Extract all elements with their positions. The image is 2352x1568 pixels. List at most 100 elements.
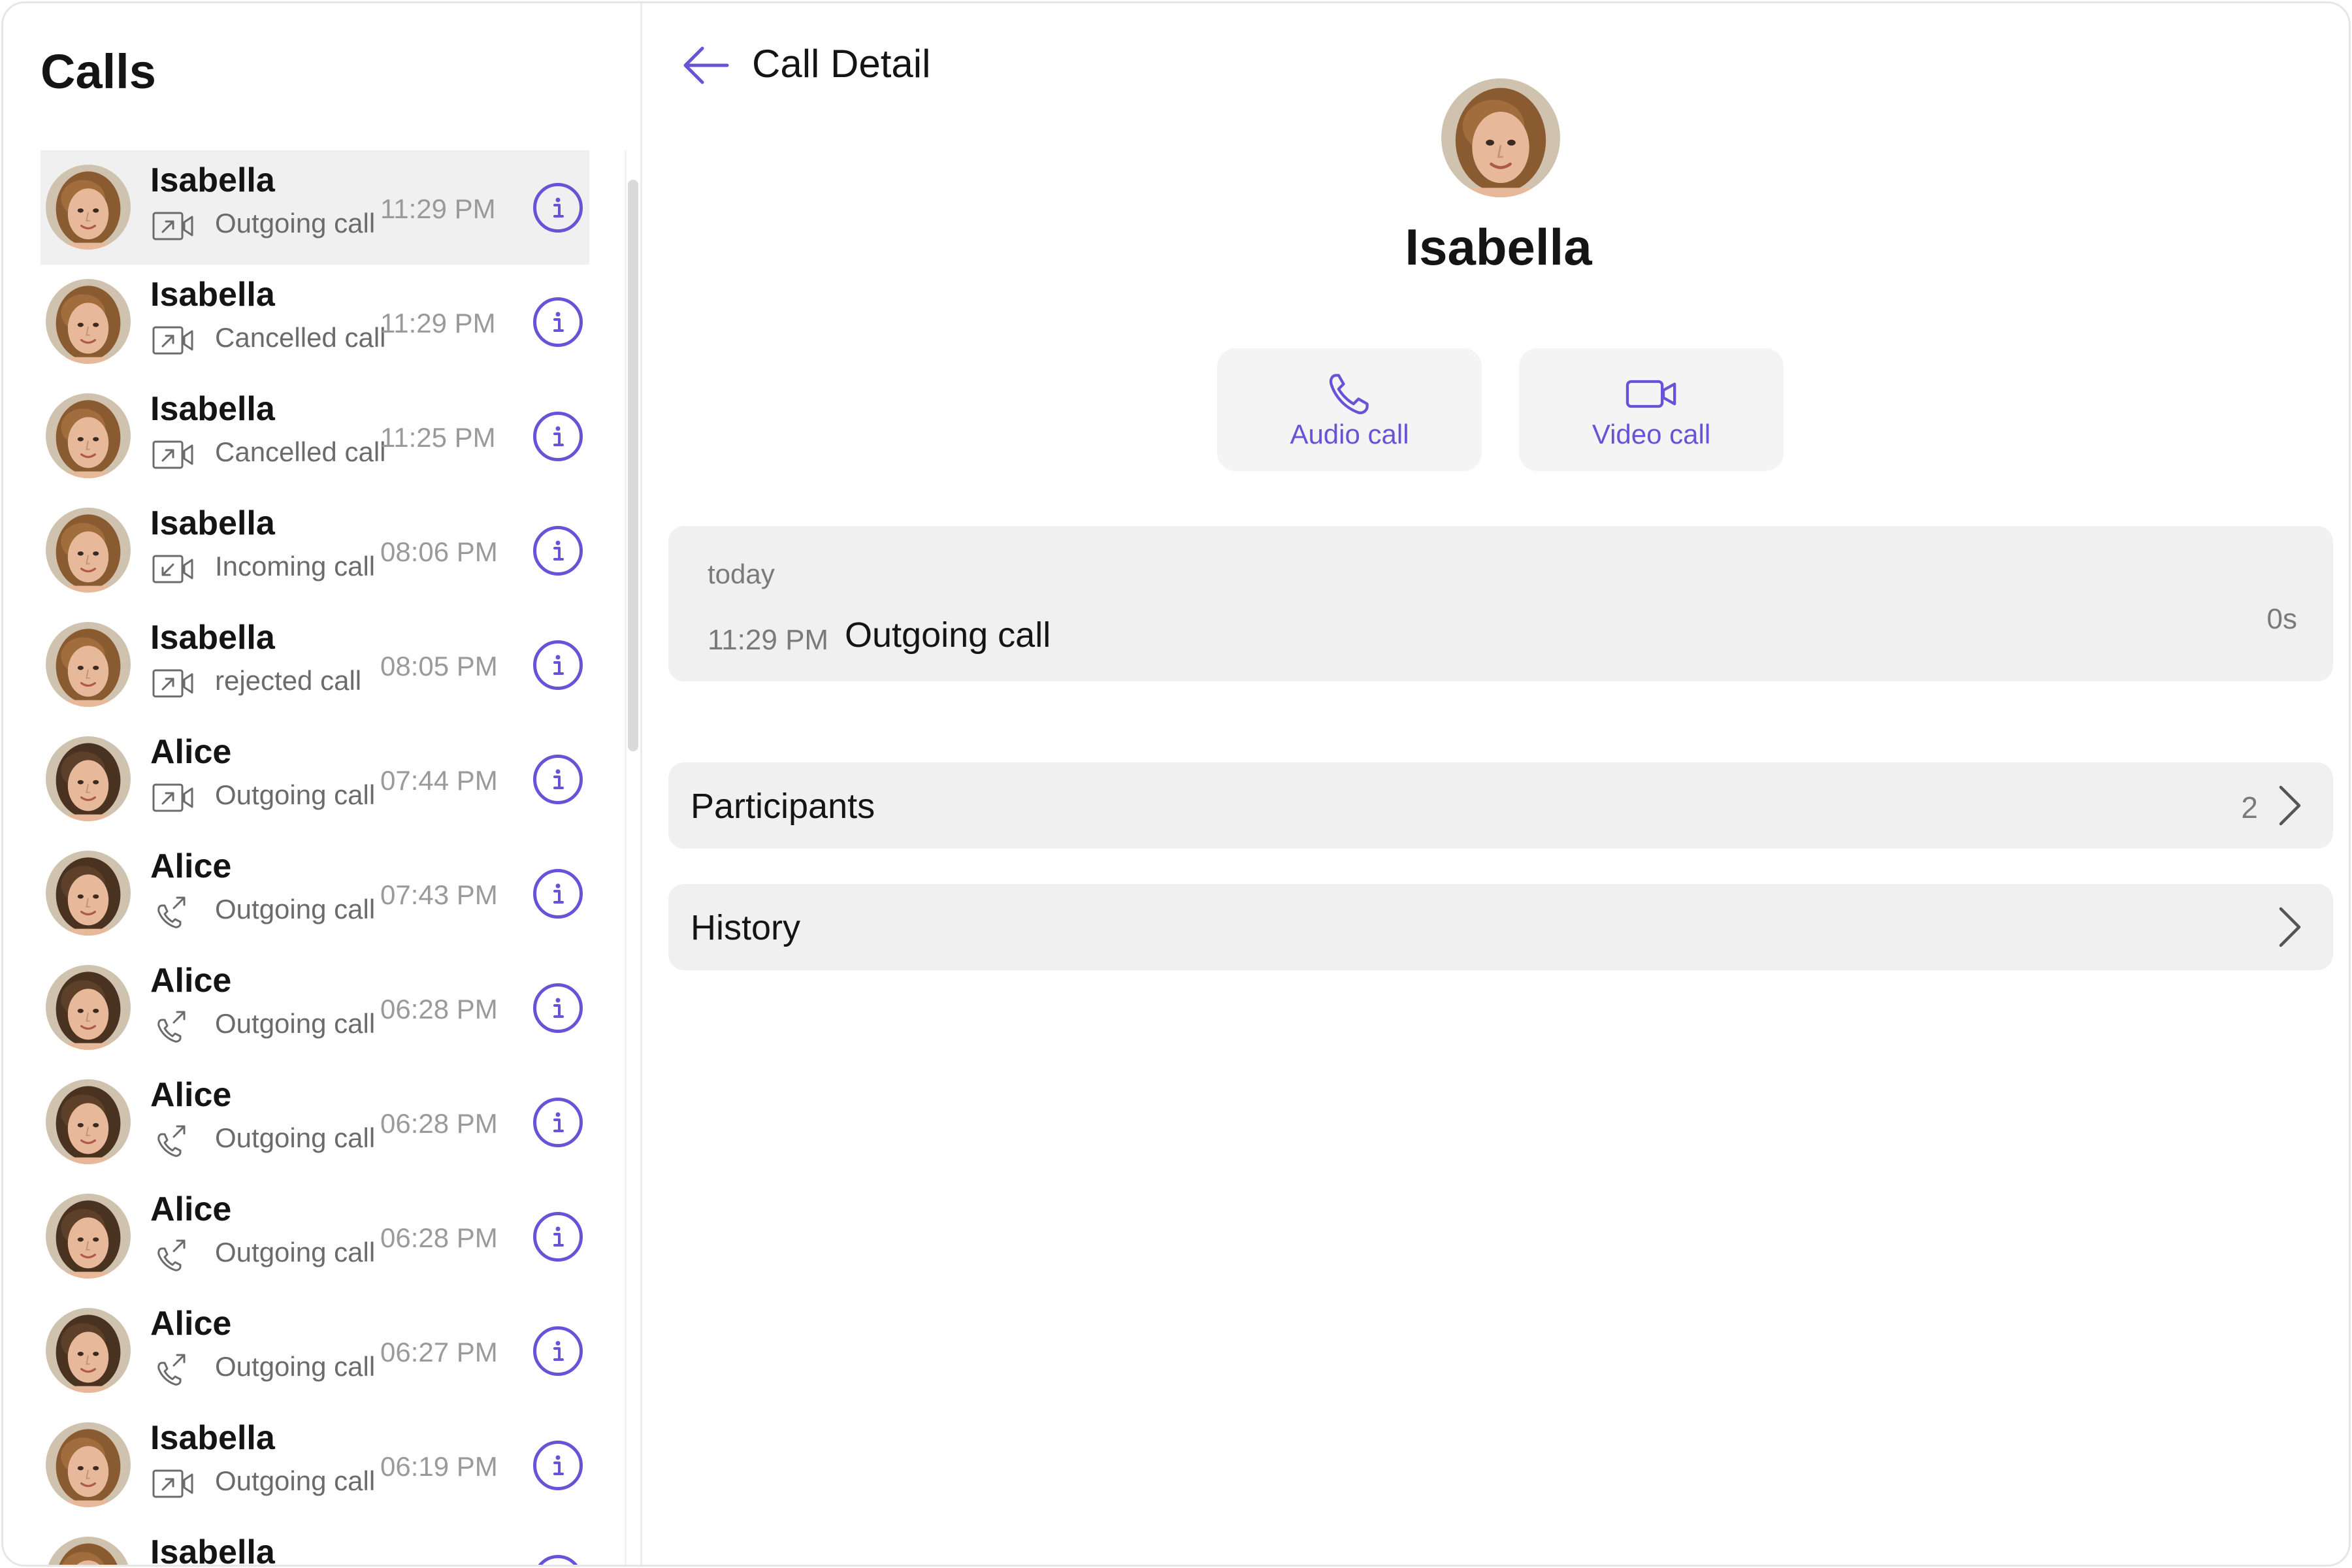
call-info-button[interactable] [533,1212,583,1262]
call-status: Incoming call [215,551,376,581]
avatar-alice-icon [46,1079,131,1164]
call-time: 08:05 PM [380,651,498,681]
avatar [46,965,131,1050]
call-time: 06:19 PM [380,1451,498,1482]
history-row[interactable]: History [668,884,2333,970]
call-info-button[interactable] [533,412,583,461]
caller-name: Alice [150,962,232,1000]
avatar-isabella-icon [46,165,131,250]
call-info-button[interactable] [533,1555,583,1565]
call-list-item[interactable]: Isabella Incoming call 08:06 PM [41,493,589,608]
info-icon [553,998,564,1018]
call-list-item[interactable]: Isabella rejected call 08:05 PM [41,608,589,722]
video-call-type-icon [152,1469,193,1498]
call-type-icon [152,1237,203,1273]
call-type-icon [152,322,203,359]
call-type-icon [152,665,203,702]
back-button[interactable] [680,39,732,91]
call-status: rejected call [215,665,362,696]
call-type-icon [152,551,203,587]
avatar [46,1308,131,1393]
avatar [46,622,131,707]
call-status: Cancelled call [215,322,386,353]
history-label: History [691,908,801,947]
call-list-item[interactable]: Isabella [41,1522,589,1565]
caller-name: Isabella [150,1419,275,1457]
info-icon [553,1226,564,1247]
today-call-card: today 11:29 PM Outgoing call 0s [668,526,2333,681]
call-time: 06:28 PM [380,994,498,1024]
call-info-button[interactable] [533,1441,583,1490]
call-type-icon [152,779,203,816]
caller-name: Alice [150,847,232,885]
scrollbar[interactable] [628,180,638,751]
audio-call-label: Audio call [1290,419,1409,449]
audio-call-button[interactable]: Audio call [1217,348,1482,471]
avatar-isabella-icon [1441,78,1560,197]
call-time: 06:28 PM [380,1222,498,1253]
call-info-button[interactable] [533,183,583,233]
video-call-type-icon [152,440,193,469]
audio-call-type-icon [157,1239,186,1271]
calls-title: Calls [41,44,156,99]
avatar [46,165,131,250]
call-info-button[interactable] [533,526,583,576]
page-title: Call Detail [752,42,931,86]
avatar [46,1537,131,1565]
call-list-item[interactable]: Alice Outgoing call 06:28 PM [41,951,589,1065]
call-status: Outgoing call [215,1351,376,1382]
caller-name: Alice [150,733,232,771]
caller-name: Alice [150,1190,232,1228]
call-duration: 0s [2266,603,2297,635]
call-time: 11:25 PM [380,422,496,453]
call-info-button[interactable] [533,755,583,804]
call-list-item[interactable]: Isabella Cancelled call 11:29 PM [41,265,589,379]
call-list-item[interactable]: Isabella Cancelled call 11:25 PM [41,379,589,493]
app-window: Calls Isabella Outgoing call 11:29 PM Isabe… [1,1,2351,1567]
avatar-alice-icon [46,965,131,1050]
call-list-item[interactable]: Alice Outgoing call 06:28 PM [41,1179,589,1294]
info-icon [553,540,564,561]
avatar [46,279,131,364]
video-call-type-icon [152,212,193,240]
avatar-isabella-icon [46,1422,131,1507]
call-list-item[interactable]: Alice Outgoing call 07:43 PM [41,836,589,951]
video-call-label: Video call [1592,419,1711,449]
calls-panel: Calls Isabella Outgoing call 11:29 PM Isabe… [3,3,642,1565]
caller-name: Isabella [150,504,275,542]
call-list-item[interactable]: Alice Outgoing call 06:27 PM [41,1294,589,1408]
info-icon [553,1455,564,1475]
call-time: 08:06 PM [380,536,498,567]
avatar-alice-icon [46,1194,131,1279]
avatar [46,851,131,936]
avatar-alice-icon [46,851,131,936]
caller-name: Alice [150,1305,232,1343]
avatar-isabella-icon [46,393,131,478]
call-list-item[interactable]: Isabella Outgoing call 11:29 PM [41,150,589,265]
call-type-icon [152,1122,203,1159]
video-call-type-icon [152,326,193,355]
info-icon [553,426,564,446]
call-info-button[interactable] [533,983,583,1033]
call-info-button[interactable] [533,869,583,919]
call-time: 07:44 PM [380,765,498,796]
caller-name: Isabella [150,619,275,657]
avatar [46,1194,131,1279]
call-info-button[interactable] [533,1326,583,1376]
audio-call-type-icon [157,1354,186,1386]
avatar-alice-icon [46,736,131,821]
info-icon [553,1112,564,1132]
info-icon [553,883,564,904]
video-call-button[interactable]: Video call [1519,348,1784,471]
call-list-item[interactable]: Alice Outgoing call 07:44 PM [41,722,589,836]
call-list-item[interactable]: Isabella Outgoing call 06:19 PM [41,1408,589,1522]
call-type-icon [152,436,203,473]
call-list-item[interactable]: Alice Outgoing call 06:28 PM [41,1065,589,1179]
avatar [46,393,131,478]
call-info-button[interactable] [533,1098,583,1147]
call-info-button[interactable] [533,640,583,690]
arrow-left-icon [683,46,729,84]
participants-row[interactable]: Participants 2 [668,762,2333,849]
call-info-button[interactable] [533,297,583,347]
video-call-type-icon [152,783,193,812]
